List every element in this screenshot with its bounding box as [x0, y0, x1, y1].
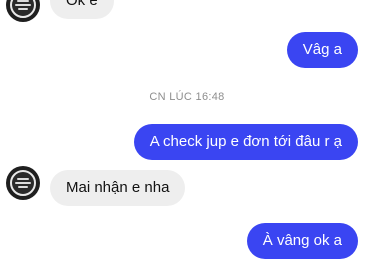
message-incoming[interactable]: Mai nhận e nha	[50, 170, 186, 206]
message-incoming[interactable]: Ok e	[50, 0, 114, 19]
avatar-logo-icon	[10, 170, 36, 196]
message-timestamp: CN LÚC 16:48	[149, 91, 225, 103]
contact-avatar[interactable]	[6, 166, 40, 200]
avatar-logo-icon	[10, 0, 36, 18]
message-outgoing[interactable]: Vâg a	[286, 32, 358, 68]
message-outgoing[interactable]: A check jup e đơn tới đâu r ạ	[133, 124, 358, 160]
contact-avatar[interactable]	[6, 0, 40, 22]
message-outgoing[interactable]: À vâng ok a	[246, 223, 358, 259]
